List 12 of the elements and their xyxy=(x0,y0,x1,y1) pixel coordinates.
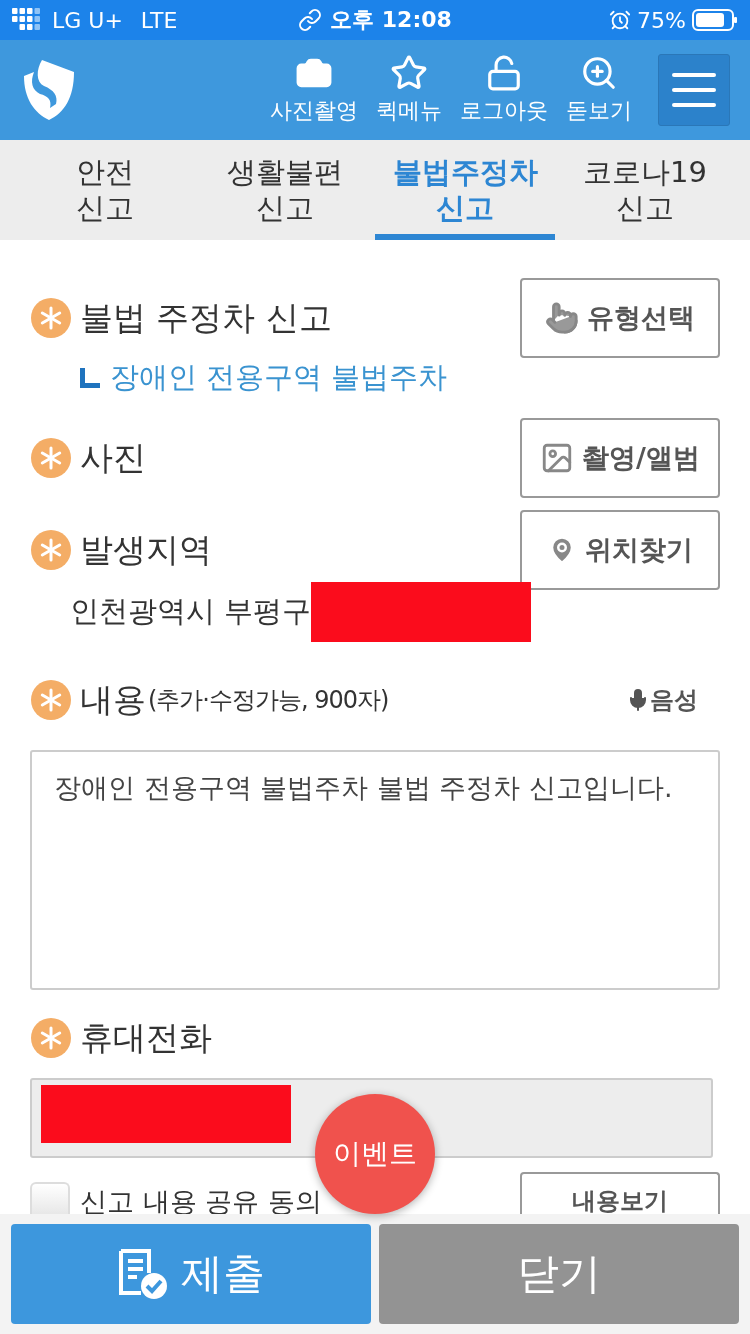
field-note: (추가·수정가능, 900자) xyxy=(148,685,389,716)
field-label: 휴대전화 xyxy=(80,1016,212,1059)
battery-text: 75% xyxy=(637,7,686,33)
field-label: 불법 주정차 신고 xyxy=(80,296,332,339)
carrier-text: LG U+ xyxy=(52,7,123,33)
clock-text: 오후 12:08 xyxy=(330,6,452,34)
network-text: LTE xyxy=(140,7,178,33)
field-label: 사진 xyxy=(80,436,146,479)
subtype-text: 장애인 전용구역 불법주차 xyxy=(110,359,448,396)
location-value: 인천광역시 부평구 xyxy=(70,593,312,630)
field-label: 내용 xyxy=(80,678,146,721)
field-label: 발생지역 xyxy=(80,528,212,571)
